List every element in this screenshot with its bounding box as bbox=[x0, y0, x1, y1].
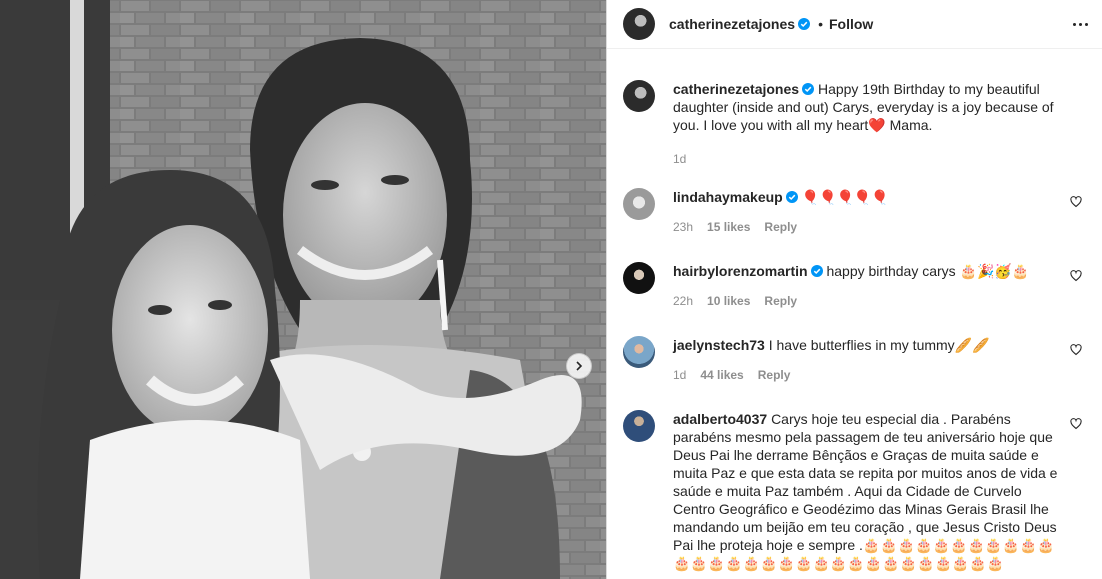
comment-avatar[interactable] bbox=[623, 188, 655, 220]
reply-button[interactable]: Reply bbox=[764, 292, 797, 310]
chevron-right-icon bbox=[576, 361, 583, 371]
comment-avatar[interactable] bbox=[623, 410, 655, 442]
reply-button[interactable]: Reply bbox=[764, 218, 797, 236]
comment-body: happy birthday carys 🎂🎉🥳🎂 bbox=[826, 263, 1030, 279]
post-header: catherinezetajones • Follow bbox=[607, 0, 1102, 49]
separator-dot: • bbox=[818, 16, 823, 32]
heart-outline-icon[interactable] bbox=[1070, 418, 1082, 430]
comment: adalberto4037 Carys hoje teu especial di… bbox=[623, 410, 1090, 572]
comment-avatar[interactable] bbox=[623, 336, 655, 368]
comment: lindahaymakeup 🎈🎈🎈🎈🎈 23h 15 likes Reply bbox=[623, 188, 1090, 236]
comment-meta: 22h 10 likes Reply bbox=[673, 292, 1062, 310]
verified-badge-icon bbox=[802, 83, 815, 95]
reply-button[interactable]: Reply bbox=[758, 366, 791, 384]
comment-likes[interactable]: 10 likes bbox=[707, 292, 750, 310]
verified-badge-icon bbox=[798, 18, 811, 30]
comment-likes[interactable]: 44 likes bbox=[700, 366, 743, 384]
caption-text: catherinezetajones Happy 19th Birthday t… bbox=[673, 80, 1062, 134]
comment-username[interactable]: adalberto4037 bbox=[673, 411, 767, 427]
caption: catherinezetajones Happy 19th Birthday t… bbox=[623, 80, 1090, 168]
comment-text: lindahaymakeup 🎈🎈🎈🎈🎈 bbox=[673, 188, 1062, 206]
more-options-icon[interactable] bbox=[1073, 22, 1088, 26]
comment-meta: 23h 15 likes Reply bbox=[673, 218, 1062, 236]
author-avatar[interactable] bbox=[623, 8, 655, 40]
heart-outline-icon[interactable] bbox=[1070, 196, 1082, 208]
comments-list: catherinezetajones Happy 19th Birthday t… bbox=[607, 62, 1102, 579]
heart-outline-icon[interactable] bbox=[1070, 344, 1082, 356]
verified-badge-icon bbox=[785, 191, 798, 203]
comment-age: 1d bbox=[673, 368, 687, 382]
caption-meta: 1d bbox=[673, 150, 1062, 168]
comment: jaelynstech73 I have butterflies in my t… bbox=[623, 336, 1090, 384]
comment-body: Carys hoje teu especial dia . Parabéns p… bbox=[673, 411, 1058, 571]
comment-username[interactable]: hairbylorenzomartin bbox=[673, 263, 808, 279]
caption-avatar[interactable] bbox=[623, 80, 655, 112]
comment: hairbylorenzomartin happy birthday carys… bbox=[623, 262, 1090, 310]
caption-username[interactable]: catherinezetajones bbox=[673, 81, 799, 97]
post-panel: catherinezetajones • Follow catherinezet… bbox=[606, 0, 1102, 579]
next-photo-button[interactable] bbox=[566, 353, 592, 379]
comment-likes[interactable]: 15 likes bbox=[707, 218, 750, 236]
comment-text: hairbylorenzomartin happy birthday carys… bbox=[673, 262, 1062, 280]
comment-username[interactable]: jaelynstech73 bbox=[673, 337, 765, 353]
verified-badge-icon bbox=[810, 265, 823, 277]
comment-age: 23h bbox=[673, 220, 694, 234]
comment-body: I have butterflies in my tummy🥖🥖 bbox=[768, 337, 990, 353]
comment-username[interactable]: lindahaymakeup bbox=[673, 189, 783, 205]
comment-age: 22h bbox=[673, 294, 694, 308]
comment-body: 🎈🎈🎈🎈🎈 bbox=[801, 189, 889, 205]
author-username[interactable]: catherinezetajones bbox=[669, 16, 795, 32]
comment-text: adalberto4037 Carys hoje teu especial di… bbox=[673, 410, 1062, 572]
comment-text: jaelynstech73 I have butterflies in my t… bbox=[673, 336, 1062, 354]
photo-image bbox=[0, 0, 606, 579]
caption-age: 1d bbox=[673, 152, 687, 166]
comment-avatar[interactable] bbox=[623, 262, 655, 294]
heart-outline-icon[interactable] bbox=[1070, 270, 1082, 282]
follow-button[interactable]: Follow bbox=[829, 16, 873, 32]
post-photo[interactable] bbox=[0, 0, 606, 579]
comment-meta: 1d 44 likes Reply bbox=[673, 366, 1062, 384]
